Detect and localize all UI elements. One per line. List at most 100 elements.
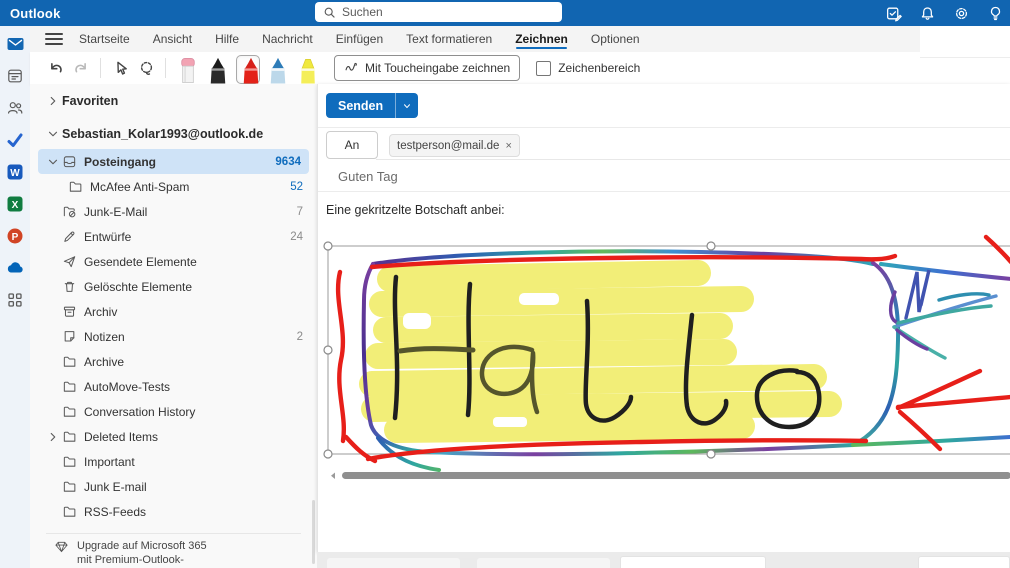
mail-icon[interactable] [5, 34, 25, 53]
junk-icon [62, 204, 84, 219]
tab-ansicht[interactable]: Ansicht [153, 26, 192, 52]
eraser-tool[interactable] [176, 56, 200, 84]
folder-item-archive[interactable]: Archive [30, 349, 317, 374]
folder-item-mcafee-anti-spam[interactable]: McAfee Anti-Spam 52 [30, 174, 317, 199]
chevron-down-icon[interactable] [46, 155, 62, 169]
calendar-icon[interactable] [5, 66, 25, 85]
folder-label: Entwürfe [84, 229, 132, 244]
yellow-highlighter-tool[interactable] [296, 56, 320, 84]
todo-icon[interactable] [5, 130, 25, 149]
folder-item-junk-e-mail[interactable]: Junk-E-Mail 7 [30, 199, 317, 224]
folder-item-notizen[interactable]: Notizen 2 [30, 324, 317, 349]
folder-item-automove-tests[interactable]: AutoMove-Tests [30, 374, 317, 399]
unread-count: 24 [290, 230, 303, 243]
folder-label: Junk E-mail [84, 479, 147, 494]
folder-pane: Upgrade auf Microsoft 365 mit Premium-Ou… [30, 84, 317, 568]
toolbar-separator [100, 58, 101, 78]
tab-nachricht[interactable]: Nachricht [262, 26, 313, 52]
excel-icon[interactable]: X [5, 194, 25, 213]
folder-item-important[interactable]: Important [30, 449, 317, 474]
touch-draw-icon [345, 62, 358, 71]
unread-count: 52 [290, 180, 303, 193]
favorites-section[interactable]: Favoriten [30, 89, 317, 113]
pane-divider [46, 533, 301, 534]
tab-text-formatieren[interactable]: Text formatieren [406, 26, 492, 52]
background-button [477, 558, 610, 568]
folder-item-deleted-items[interactable]: Deleted Items [30, 424, 317, 449]
folder-label: Deleted Items [84, 429, 159, 444]
folder-label: Important [84, 454, 135, 469]
folder-item-gesendete-elemente[interactable]: Gesendete Elemente [30, 249, 317, 274]
app-logo[interactable]: Outlook [10, 6, 61, 21]
ribbon-tabs: Startseite Ansicht Hilfe Nachricht Einfügen T… [79, 26, 640, 52]
notifications-icon[interactable] [919, 5, 936, 22]
folder-label: Posteingang [84, 154, 157, 169]
tips-icon[interactable] [987, 5, 1004, 22]
folder-item-junk-e-mail[interactable]: Junk E-mail [30, 474, 317, 499]
black-pen-tool[interactable] [206, 56, 230, 84]
upgrade-text: Upgrade auf Microsoft 365 mit Premium-Ou… [77, 540, 207, 566]
folder-icon [62, 429, 84, 444]
folder-item-archiv[interactable]: Archiv [30, 299, 317, 324]
sent-icon [62, 254, 84, 269]
folder-icon [62, 404, 84, 419]
ribbon-tab-row: Startseite Ansicht Hilfe Nachricht Einfügen T… [30, 26, 920, 52]
chevron-right-icon[interactable] [46, 430, 62, 444]
tab-zeichnen[interactable]: Zeichnen [515, 26, 568, 52]
ribbon-right-gap [920, 26, 1010, 84]
background-button [327, 558, 460, 568]
onedrive-icon[interactable] [5, 258, 25, 277]
folder-label: Conversation History [84, 404, 196, 419]
lasso-tool-button[interactable] [133, 55, 159, 81]
blue-pencil-tool[interactable] [266, 56, 290, 84]
folder-icon [62, 479, 84, 494]
tasks-icon[interactable] [885, 5, 902, 22]
tab-optionen[interactable]: Optionen [591, 26, 640, 52]
folder-label: Notizen [84, 329, 125, 344]
powerpoint-icon[interactable]: P [5, 226, 25, 245]
people-icon[interactable] [5, 98, 25, 117]
search-input[interactable]: Suchen [315, 2, 562, 22]
app-rail: W X P [0, 26, 30, 568]
redo-button[interactable] [68, 55, 94, 81]
diamond-icon [54, 539, 69, 567]
folder-item-posteingang[interactable]: Posteingang 9634 [38, 149, 309, 174]
note-icon [62, 329, 84, 344]
folder-icon [62, 504, 84, 519]
folder-icon [68, 179, 90, 194]
toolbar-separator [165, 58, 166, 78]
drafts-icon [62, 229, 84, 244]
canvas-checkbox[interactable]: Zeichenbereich [536, 60, 641, 76]
folder-label: Archiv [84, 304, 118, 319]
chevron-right-icon[interactable] [46, 94, 62, 108]
tab-startseite[interactable]: Startseite [79, 26, 130, 52]
folder-item-rss-feeds[interactable]: RSS-Feeds [30, 499, 317, 524]
word-icon[interactable]: W [5, 162, 25, 181]
apps-icon[interactable] [5, 290, 25, 309]
svg-text:P: P [12, 231, 19, 242]
upgrade-link[interactable]: Upgrade auf Microsoft 365 mit Premium-Ou… [54, 539, 207, 567]
trash-icon [62, 279, 84, 294]
unread-count: 2 [296, 330, 303, 343]
drawing-canvas[interactable] [318, 84, 1010, 552]
folder-item-entw-rfe[interactable]: Entwürfe 24 [30, 224, 317, 249]
hamburger-menu-icon[interactable] [45, 33, 63, 45]
tab-einfügen[interactable]: Einfügen [336, 26, 383, 52]
checkbox-icon[interactable] [536, 60, 552, 76]
chevron-down-icon[interactable] [46, 127, 62, 141]
account-section[interactable]: Sebastian_Kolar1993@outlook.de [30, 121, 317, 147]
tab-hilfe[interactable]: Hilfe [215, 26, 239, 52]
folder-item-conversation-history[interactable]: Conversation History [30, 399, 317, 424]
canvas-scrollbar[interactable] [331, 472, 1010, 479]
folder-label: Gesendete Elemente [84, 254, 197, 269]
compose-card: Senden An testperson@mail.de × Guten Tag… [317, 84, 1010, 552]
settings-icon[interactable] [953, 5, 970, 22]
touch-draw-button[interactable]: Mit Toucheingabe zeichnen [334, 55, 521, 81]
canvas-checkbox-label: Zeichenbereich [558, 61, 641, 75]
undo-button[interactable] [42, 55, 68, 81]
folder-item-gel-schte-elemente[interactable]: Gelöschte Elemente [30, 274, 317, 299]
draw-toolbar: Mit Toucheingabe zeichnen Zeichenbereich [30, 52, 920, 85]
red-pen-tool[interactable] [236, 55, 260, 84]
archive-icon [62, 304, 84, 319]
select-tool-button[interactable] [107, 55, 133, 81]
